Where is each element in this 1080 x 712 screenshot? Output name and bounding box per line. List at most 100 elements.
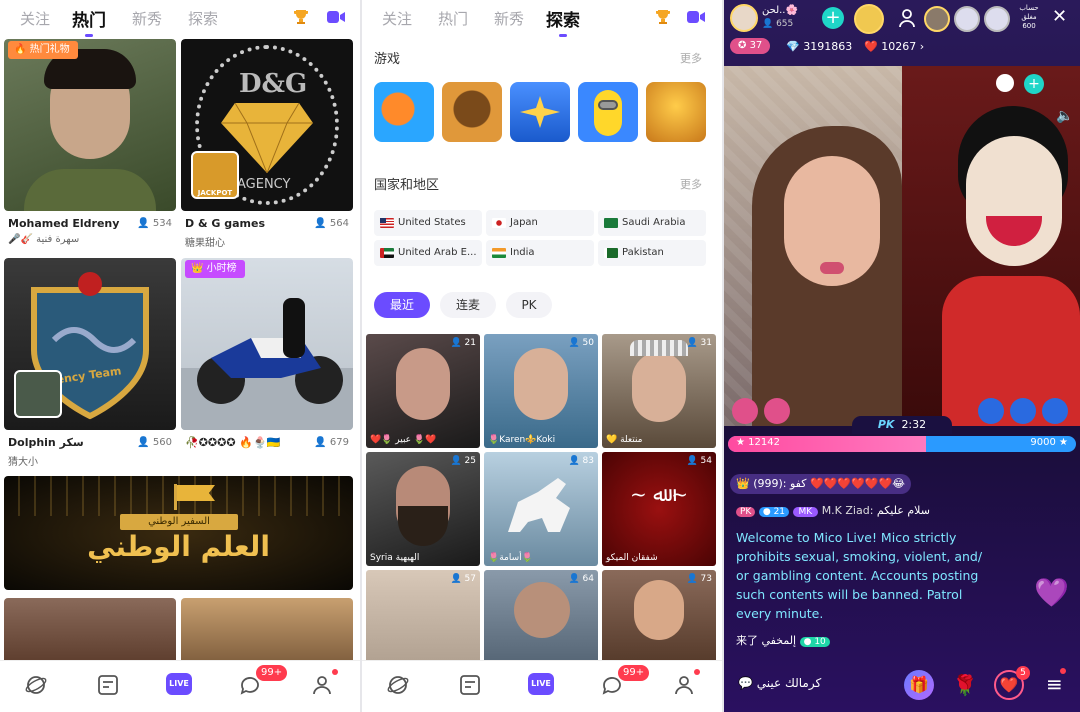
viewer-avatar[interactable] <box>954 6 980 32</box>
viewer-avatar[interactable] <box>924 6 950 32</box>
close-icon[interactable]: ✕ <box>1052 6 1067 27</box>
banner-subtitle: السفير الوطني <box>120 514 238 530</box>
pk-score-right: 9000 ★ <box>1030 437 1068 448</box>
live-tile[interactable]: 👤 25 Syria الهيهية <box>366 452 480 566</box>
live-card[interactable]: D&G AGENCY JACKPOT D & G games 👤 564 糖果甜… <box>181 39 353 253</box>
hot-panel: 关注 热门 新秀 探索 🔥 热门礼物 Mohamed Eldreny 👤 534… <box>0 0 360 712</box>
live-card[interactable] <box>181 598 353 668</box>
game-item[interactable] <box>510 82 570 142</box>
host-name: لحن..🌸 <box>762 5 798 16</box>
live-card[interactable]: Agency Team Dolphin سكر 👤 560 猜大小 <box>4 258 176 472</box>
jackpot-game-tag: JACKPOT <box>191 151 239 199</box>
chat-input[interactable]: 💬 كرمالك عيني <box>738 676 821 690</box>
live-thumbnail <box>4 39 176 211</box>
live-tile[interactable]: ~ ﷲ ~ 👤 54 شفقان الميكو <box>602 452 716 566</box>
goggles-shape <box>598 100 618 110</box>
game-item[interactable] <box>646 82 706 142</box>
seat-slot[interactable] <box>764 398 790 424</box>
live-tile[interactable]: 👤 83 🌷أسامة🌷 <box>484 452 598 566</box>
country-in[interactable]: India <box>486 240 594 266</box>
card-subtitle: 猜大小 <box>8 457 38 468</box>
game-item[interactable] <box>442 82 502 142</box>
viewer-count: 👤 57 <box>450 574 476 584</box>
profile-icon[interactable] <box>310 673 334 697</box>
top-fan-avatar[interactable] <box>854 4 884 34</box>
menu-icon[interactable]: ≡ <box>1046 672 1063 696</box>
country-jp[interactable]: Japan <box>486 210 594 236</box>
follow-opponent-button[interactable]: + <box>1024 74 1044 94</box>
live-button[interactable]: LIVE <box>528 673 554 695</box>
live-card[interactable]: 🔥 热门礼物 Mohamed Eldreny 👤 534 🎤🎸 سهرة فني… <box>4 39 176 253</box>
gift-icon[interactable]: 🎁 <box>904 670 934 700</box>
face-shape <box>396 348 450 420</box>
tab-follow[interactable]: 关注 <box>20 8 50 29</box>
tab-hot[interactable]: 热门 <box>438 8 468 29</box>
calligraphy-shape: ~ ﷲ ~ <box>630 482 688 506</box>
event-banner[interactable]: السفير الوطني العلم الوطني <box>4 476 353 590</box>
face-shape <box>514 582 570 638</box>
menu-notification-dot <box>1060 668 1066 674</box>
profile-icon[interactable] <box>672 673 696 697</box>
horse-icon <box>508 478 570 532</box>
filter-pk[interactable]: PK <box>506 292 552 318</box>
viewer-count: 👤 560 <box>137 437 172 448</box>
tag-badge: MK <box>792 507 819 517</box>
seat-slot[interactable] <box>1010 398 1036 424</box>
host-video[interactable] <box>724 66 902 426</box>
video-camera-icon[interactable] <box>686 9 706 25</box>
lips-shape <box>820 262 844 274</box>
viewer-avatar[interactable] <box>984 6 1010 32</box>
lion-game-icon <box>442 82 502 142</box>
speaker-icon[interactable]: 🔈 <box>1056 108 1073 124</box>
user-badge: PK <box>736 507 756 517</box>
live-tile[interactable]: 👤 50 🌷Karen⚜️Koki <box>484 334 598 448</box>
tab-follow[interactable]: 关注 <box>382 8 412 29</box>
country-us[interactable]: United States <box>374 210 482 236</box>
game-item[interactable] <box>578 82 638 142</box>
person-icon[interactable] <box>898 8 916 28</box>
tab-explore[interactable]: 探索 <box>188 8 218 29</box>
country-pk[interactable]: Pakistan <box>598 240 706 266</box>
trophy-icon[interactable] <box>654 8 672 26</box>
seat-slot[interactable] <box>978 398 1004 424</box>
bottom-nav: LIVE 99+ <box>362 660 722 712</box>
puppet-toggle[interactable] <box>996 74 1014 92</box>
tab-new[interactable]: 新秀 <box>132 8 162 29</box>
live-button[interactable]: LIVE <box>166 673 192 695</box>
seat-slot[interactable] <box>1042 398 1068 424</box>
viewer-count: 👤 25 <box>450 456 476 466</box>
game-item[interactable] <box>374 82 434 142</box>
filter-multi-guest[interactable]: 连麦 <box>440 292 496 318</box>
country-sa[interactable]: Saudi Arabia <box>598 210 706 236</box>
planet-icon[interactable] <box>24 673 48 697</box>
trophy-icon[interactable] <box>292 8 310 26</box>
follow-plus-button[interactable]: + <box>822 7 844 29</box>
countries-more-link[interactable]: 更多 <box>680 176 702 192</box>
games-more-link[interactable]: 更多 <box>680 50 702 66</box>
live-thumbnail <box>181 258 353 430</box>
tab-hot[interactable]: 热门 <box>72 6 106 37</box>
message-count-badge: 99+ <box>256 665 288 681</box>
games-section-title: 游戏 <box>374 52 401 67</box>
host-avatar[interactable] <box>730 4 758 32</box>
chat-message: PK ● 21 MK M.K Ziad: سلام عليكم <box>736 504 1068 517</box>
live-tile[interactable]: 👤 31 💛 منتعلة <box>602 334 716 448</box>
opponent-video[interactable] <box>902 66 1080 426</box>
tab-explore[interactable]: 探索 <box>546 6 580 37</box>
flag-icon <box>174 484 215 510</box>
video-camera-icon[interactable] <box>326 9 346 25</box>
live-tile[interactable]: 👤 21 ❤️🌷 عبير 🌷❤️ <box>366 334 480 448</box>
feed-icon[interactable] <box>458 673 482 697</box>
rose-icon[interactable]: 🌹 <box>950 670 980 700</box>
seat-slot[interactable] <box>732 398 758 424</box>
country-ae[interactable]: United Arab E... <box>374 240 482 266</box>
viewer-count: 👤 50 <box>568 338 594 348</box>
feed-icon[interactable] <box>96 673 120 697</box>
hot-gift-badge: 🔥 热门礼物 <box>8 41 78 59</box>
tile-name: شفقان الميكو <box>606 553 658 563</box>
filter-recent[interactable]: 最近 <box>374 292 430 318</box>
live-card[interactable]: 👑 小时榜 🥀✪✪✪✪ 🔥🍨🇺🇦 👤 679 <box>181 258 353 472</box>
planet-icon[interactable] <box>386 673 410 697</box>
tab-new[interactable]: 新秀 <box>494 8 524 29</box>
live-card[interactable] <box>4 598 176 668</box>
